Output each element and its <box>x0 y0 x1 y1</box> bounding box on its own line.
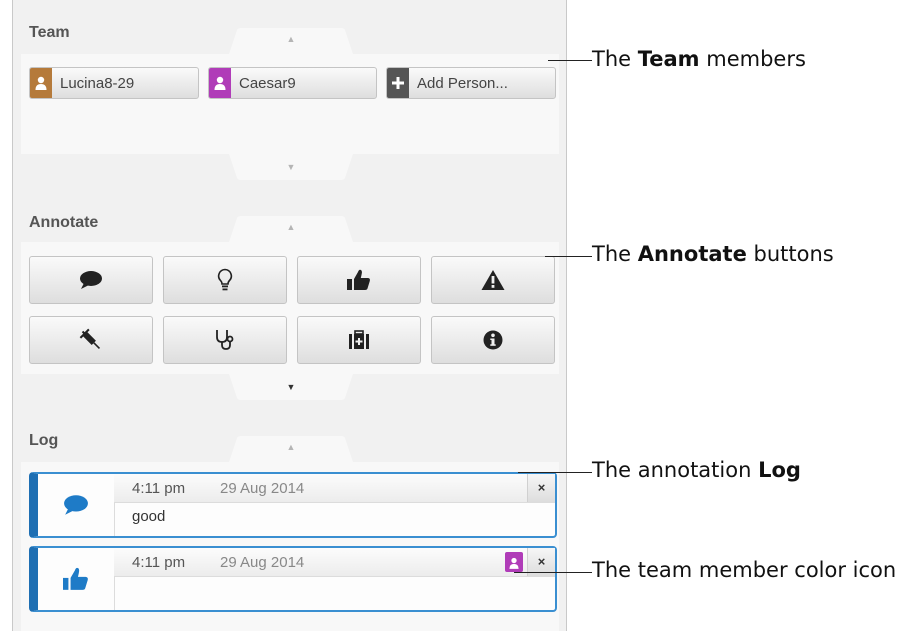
thumbs-up-icon <box>347 269 370 290</box>
callout-line <box>548 60 592 61</box>
stethoscope-icon <box>216 330 234 350</box>
speech-bubble-icon <box>64 495 88 515</box>
chevron-up-icon: ▲ <box>286 34 296 44</box>
annotate-scroll-down-tab[interactable]: ▼ <box>229 374 353 400</box>
syringe-icon <box>79 328 101 350</box>
chevron-down-icon: ▼ <box>286 382 296 392</box>
member-color-icon <box>209 68 231 98</box>
log-section-title: Log <box>29 432 59 449</box>
team-member-color-icon <box>505 552 523 572</box>
member-color-icon <box>30 68 52 98</box>
warning-annotation-button[interactable] <box>431 256 555 304</box>
log-entry-time: 4:11 pm <box>132 554 186 571</box>
thumbs-up-icon <box>63 567 88 590</box>
callout-annotate: The Annotate buttons <box>592 242 834 266</box>
medical-kit-icon <box>349 330 369 349</box>
log-entry-header: 4:11 pm 29 Aug 2014 × <box>114 548 555 577</box>
medical-annotation-button[interactable] <box>297 316 421 364</box>
speech-bubble-icon <box>80 271 102 289</box>
annotate-scroll-up-tab[interactable]: ▲ <box>229 216 353 242</box>
add-person-button[interactable]: Add Person... <box>386 67 556 99</box>
plus-icon <box>387 68 409 98</box>
callout-line <box>514 572 592 573</box>
chevron-up-icon: ▲ <box>286 222 296 232</box>
team-member-name: Lucina8-29 <box>60 75 135 92</box>
log-entry-type <box>38 548 115 610</box>
callout-line <box>545 256 592 257</box>
log-entry-date: 29 Aug 2014 <box>220 554 305 571</box>
close-icon[interactable]: × <box>527 474 555 502</box>
callout-log: The annotation Log <box>592 458 801 482</box>
chevron-down-icon: ▼ <box>286 162 296 172</box>
sidebar-panel: Team ▲ Lucina8-29 Caesar9 Add Person... … <box>12 0 567 631</box>
team-member-button-caesar[interactable]: Caesar9 <box>208 67 377 99</box>
team-member-button-lucina[interactable]: Lucina8-29 <box>29 67 199 99</box>
log-entry-header: 4:11 pm 29 Aug 2014 × <box>114 474 555 503</box>
exam-annotation-button[interactable] <box>163 316 287 364</box>
team-section-title: Team <box>29 24 70 41</box>
info-icon <box>483 330 503 350</box>
log-scroll-up-tab[interactable]: ▲ <box>229 436 353 462</box>
comment-annotation-button[interactable] <box>29 256 153 304</box>
callout-team: The Team members <box>592 47 806 71</box>
team-scroll-up-tab[interactable]: ▲ <box>229 28 353 54</box>
approve-annotation-button[interactable] <box>297 256 421 304</box>
log-entry-date: 29 Aug 2014 <box>220 480 305 497</box>
callout-line <box>518 472 592 473</box>
injection-annotation-button[interactable] <box>29 316 153 364</box>
log-entry-text: good <box>132 508 166 525</box>
idea-annotation-button[interactable] <box>163 256 287 304</box>
log-entry[interactable]: 4:11 pm 29 Aug 2014 × good <box>29 472 557 538</box>
chevron-up-icon: ▲ <box>286 442 296 452</box>
annotate-section-title: Annotate <box>29 214 99 231</box>
info-annotation-button[interactable] <box>431 316 555 364</box>
log-entry-type <box>38 474 115 536</box>
log-entry-time: 4:11 pm <box>132 480 186 497</box>
warning-icon <box>481 270 505 290</box>
callout-member-color-icon: The team member color icon <box>592 558 897 582</box>
log-entry[interactable]: 4:11 pm 29 Aug 2014 × <box>29 546 557 612</box>
lightbulb-icon <box>217 268 233 291</box>
add-person-label: Add Person... <box>417 75 508 92</box>
team-member-name: Caesar9 <box>239 75 296 92</box>
team-scroll-down-tab[interactable]: ▼ <box>229 154 353 180</box>
